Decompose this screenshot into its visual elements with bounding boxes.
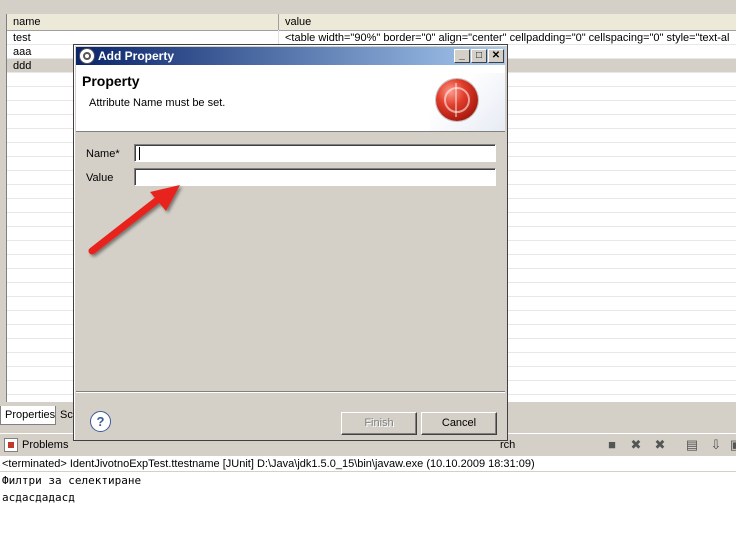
finish-button[interactable]: Finish	[341, 412, 417, 435]
tab-problems[interactable]: Problems	[0, 434, 68, 456]
row-name-cell: ddd	[13, 60, 32, 72]
dialog-title-bar[interactable]: Add Property _ □ ✕	[76, 47, 505, 65]
console-status: <terminated> IdentJivotnoExpTest.ttestna…	[0, 456, 736, 472]
help-icon[interactable]: ?	[90, 411, 111, 432]
view-toolbar	[0, 0, 736, 14]
wizard-ball-icon	[430, 73, 505, 131]
problems-icon	[4, 438, 18, 452]
dialog-title: Add Property	[98, 49, 175, 63]
add-property-dialog: Add Property _ □ ✕ Property Attribute Na…	[73, 44, 508, 441]
banner-title: Property	[82, 73, 140, 89]
scroll-lock-icon[interactable]: ⇩	[708, 437, 724, 453]
console-output[interactable]: Филтри за селектиране асдасдадасд	[0, 472, 736, 560]
clear-console-icon[interactable]: ▤	[684, 437, 700, 453]
name-label: Name*	[86, 148, 120, 160]
column-header-value[interactable]: value	[279, 14, 736, 30]
eclipse-icon	[79, 48, 95, 64]
minimize-button[interactable]: _	[454, 49, 470, 63]
tab-problems-label: Problems	[22, 439, 69, 451]
remove-all-icon[interactable]: ✖	[652, 437, 668, 453]
row-name-cell: test	[13, 32, 31, 44]
maximize-button[interactable]: □	[471, 49, 487, 63]
terminate-icon[interactable]: ■	[604, 437, 620, 453]
value-label: Value	[86, 172, 114, 184]
console-line: асдасдадасд	[2, 491, 75, 504]
table-row[interactable]: test <table width="90%" border="0" align…	[7, 31, 736, 45]
banner-message: Attribute Name must be set.	[89, 97, 226, 109]
pin-console-icon[interactable]: ▣	[728, 437, 736, 453]
cancel-button[interactable]: Cancel	[421, 412, 497, 435]
console-line: Филтри за селектиране	[2, 474, 142, 487]
button-bar-separator	[76, 391, 505, 393]
banner-ball	[436, 79, 478, 121]
value-input[interactable]	[134, 168, 496, 186]
text-caret	[139, 147, 140, 160]
name-input[interactable]	[134, 144, 496, 162]
remove-launch-icon[interactable]: ✖	[628, 437, 644, 453]
tab-properties[interactable]: Properties	[0, 406, 56, 425]
dialog-banner: Property Attribute Name must be set.	[76, 65, 505, 132]
table-header: name value	[7, 14, 736, 31]
row-name-cell: aaa	[13, 46, 32, 58]
row-value-cell: <table width="90%" border="0" align="cen…	[285, 32, 730, 44]
close-button[interactable]: ✕	[488, 49, 504, 63]
column-header-name[interactable]: name	[7, 14, 279, 30]
